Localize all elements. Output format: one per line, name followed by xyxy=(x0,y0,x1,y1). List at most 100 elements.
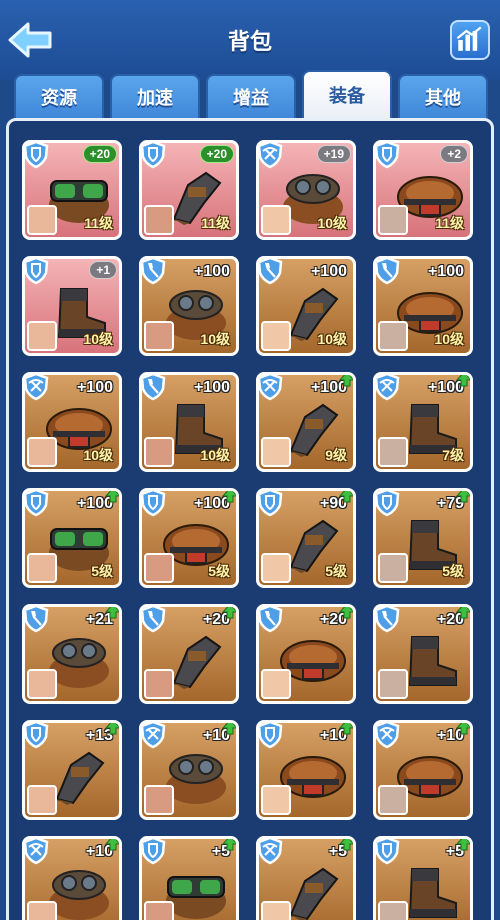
equipment-item-card[interactable]: +100 9级 xyxy=(256,372,356,472)
hero-avatar xyxy=(378,669,408,699)
shield-type-icon xyxy=(25,143,49,169)
shovel-type-icon xyxy=(259,259,283,285)
shield-type-icon xyxy=(142,839,166,865)
shield-type-icon xyxy=(259,723,283,749)
equipment-item-card[interactable]: +20 xyxy=(139,604,239,704)
hero-avatar xyxy=(144,321,174,351)
equipment-item-card[interactable]: +100 10级 xyxy=(256,256,356,356)
upgrade-arrow-icon xyxy=(222,491,236,503)
crossbow-type-icon xyxy=(259,143,283,169)
hero-avatar xyxy=(378,321,408,351)
equipment-item-card[interactable]: +100 10级 xyxy=(373,256,473,356)
item-level: 11级 xyxy=(201,215,230,231)
item-level: 10级 xyxy=(200,447,230,463)
bonus-value: +1 xyxy=(89,261,117,279)
upgrade-arrow-icon xyxy=(222,607,236,619)
crossbow-type-icon xyxy=(25,839,49,865)
upgrade-arrow-icon xyxy=(456,607,470,619)
equipment-item-card[interactable]: +2 11级 xyxy=(373,140,473,240)
item-level: 9级 xyxy=(325,447,347,463)
equipment-item-card[interactable]: +100 10级 xyxy=(139,372,239,472)
equipment-item-card[interactable]: +10 xyxy=(373,720,473,820)
bonus-value: +20 xyxy=(199,145,234,163)
bonus-value: +2 xyxy=(440,145,468,163)
equipment-item-card[interactable]: +100 10级 xyxy=(22,372,122,472)
hero-avatar xyxy=(27,785,57,815)
shovel-type-icon xyxy=(25,607,49,633)
hero-avatar xyxy=(144,437,174,467)
equipment-item-card[interactable]: +5 xyxy=(139,836,239,920)
hero-avatar xyxy=(27,205,57,235)
upgrade-arrow-icon xyxy=(105,491,119,503)
item-level: 11级 xyxy=(435,215,464,231)
crossbow-type-icon xyxy=(25,375,49,401)
hero-avatar xyxy=(261,669,291,699)
crossbow-type-icon xyxy=(259,839,283,865)
equipment-item-card[interactable]: +20 11级 xyxy=(22,140,122,240)
equipment-item-card[interactable]: +5 xyxy=(373,836,473,920)
equipment-item-card[interactable]: +100 10级 xyxy=(139,256,239,356)
tab-buff[interactable]: 增益 xyxy=(206,74,296,120)
hero-avatar xyxy=(378,205,408,235)
item-level: 5级 xyxy=(208,563,230,579)
hero-avatar xyxy=(144,669,174,699)
bonus-value: +100 xyxy=(193,263,230,280)
equipment-item-card[interactable]: +20 xyxy=(256,604,356,704)
upgrade-arrow-icon xyxy=(105,723,119,735)
upgrade-arrow-icon xyxy=(456,375,470,387)
tab-other[interactable]: 其他 xyxy=(398,74,488,120)
item-level: 10级 xyxy=(317,215,347,231)
hero-avatar xyxy=(261,437,291,467)
equipment-item-card[interactable]: +13 xyxy=(22,720,122,820)
equipment-item-card[interactable]: +100 5级 xyxy=(22,488,122,588)
equipment-item-card[interactable]: +100 5级 xyxy=(139,488,239,588)
shield-type-icon xyxy=(142,143,166,169)
equipment-item-card[interactable]: +20 xyxy=(373,604,473,704)
shield-type-icon xyxy=(25,723,49,749)
equipment-item-card[interactable]: +19 10级 xyxy=(256,140,356,240)
hero-avatar xyxy=(27,437,57,467)
hero-avatar xyxy=(378,901,408,920)
equipment-item-card[interactable]: +100 7级 xyxy=(373,372,473,472)
upgrade-arrow-icon xyxy=(339,839,353,851)
tab-resources[interactable]: 资源 xyxy=(14,74,104,120)
item-level: 10级 xyxy=(434,331,464,347)
equipment-item-card[interactable]: +10 xyxy=(22,836,122,920)
hero-avatar xyxy=(261,321,291,351)
bonus-value: +100 xyxy=(76,379,113,396)
hero-avatar xyxy=(144,901,174,920)
shield-type-icon xyxy=(376,491,400,517)
equipment-item-card[interactable]: +79 5级 xyxy=(373,488,473,588)
shovel-type-icon xyxy=(142,375,166,401)
equipment-item-card[interactable]: +20 11级 xyxy=(139,140,239,240)
upgrade-arrow-icon xyxy=(456,839,470,851)
hero-avatar xyxy=(261,901,291,920)
equipment-item-card[interactable]: +10 xyxy=(256,720,356,820)
tab-equipment[interactable]: 装备 xyxy=(302,70,392,122)
hero-avatar xyxy=(378,553,408,583)
item-level: 7级 xyxy=(442,447,464,463)
bonus-value: +100 xyxy=(310,263,347,280)
item-level: 10级 xyxy=(83,447,113,463)
item-level: 11级 xyxy=(84,215,113,231)
tab-speedup[interactable]: 加速 xyxy=(110,74,200,120)
crossbow-type-icon xyxy=(376,375,400,401)
upgrade-arrow-icon xyxy=(222,839,236,851)
header-bar: 背包 xyxy=(0,0,500,80)
equipment-item-card[interactable]: +1 10级 xyxy=(22,256,122,356)
hero-avatar xyxy=(261,553,291,583)
item-level: 10级 xyxy=(200,331,230,347)
hero-avatar xyxy=(27,901,57,920)
hero-avatar xyxy=(378,785,408,815)
equipment-item-card[interactable]: +5 xyxy=(256,836,356,920)
stats-button[interactable] xyxy=(450,20,490,60)
equipment-item-card[interactable]: +10 xyxy=(139,720,239,820)
bar-chart-icon xyxy=(456,26,482,51)
equipment-item-card[interactable]: +21 xyxy=(22,604,122,704)
shovel-type-icon xyxy=(376,259,400,285)
shield-type-icon xyxy=(25,259,49,285)
item-level: 10级 xyxy=(317,331,347,347)
shield-type-icon xyxy=(142,491,166,517)
equipment-item-card[interactable]: +90 5级 xyxy=(256,488,356,588)
hero-avatar xyxy=(144,205,174,235)
